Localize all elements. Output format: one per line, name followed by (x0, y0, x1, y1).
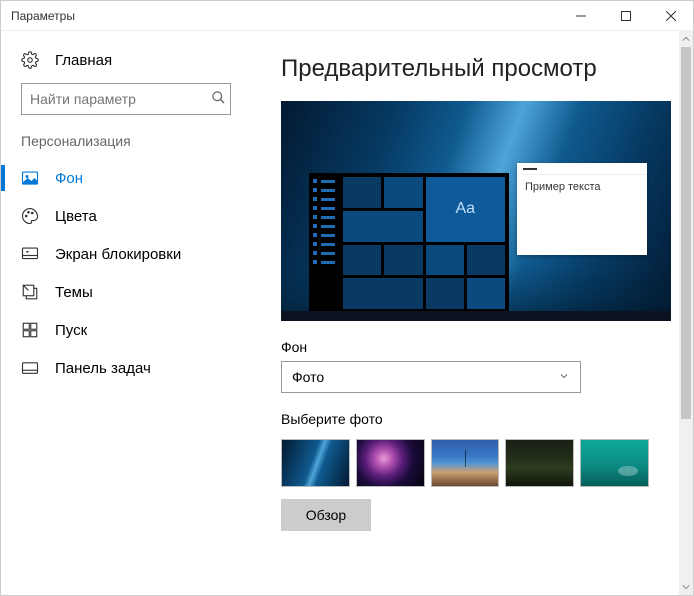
thumbnail-beach-reflection[interactable] (431, 439, 500, 487)
nav-lockscreen[interactable]: Экран блокировки (1, 235, 251, 273)
themes-icon (21, 283, 39, 301)
maximize-button[interactable] (603, 1, 648, 30)
preview-start-menu: Aa (309, 173, 509, 313)
nav-list: Фон Цвета Экран блокировки (1, 159, 251, 387)
scroll-thumb[interactable] (681, 47, 691, 419)
app-body: Главная Персонализация Фон (1, 31, 693, 595)
background-type-dropdown[interactable]: Фото (281, 361, 581, 393)
preview-sample-window: Пример текста (517, 163, 647, 255)
active-indicator (1, 165, 5, 191)
nav-label: Темы (55, 284, 93, 301)
close-icon (666, 11, 676, 21)
browse-button[interactable]: Обзор (281, 499, 371, 531)
nav-label: Цвета (55, 208, 97, 225)
section-label: Персонализация (1, 133, 251, 159)
window-title: Параметры (11, 9, 75, 23)
gear-icon (21, 51, 39, 69)
window-controls (558, 1, 693, 30)
preview-taskbar (281, 311, 671, 321)
start-icon (21, 321, 39, 339)
scroll-down-button[interactable] (679, 579, 693, 595)
close-button[interactable] (648, 1, 693, 30)
photo-thumbnails (281, 439, 649, 487)
palette-icon (21, 207, 39, 225)
maximize-icon (621, 11, 631, 21)
nav-label: Экран блокировки (55, 246, 181, 263)
titlebar: Параметры (1, 1, 693, 31)
picture-icon (21, 169, 39, 187)
lockscreen-icon (21, 245, 39, 263)
thumbnail-nebula[interactable] (356, 439, 425, 487)
taskbar-icon (21, 359, 39, 377)
search-icon (211, 90, 226, 108)
preview-tile-aa: Aa (426, 177, 506, 242)
minimize-icon (576, 11, 586, 21)
thumbnail-teal-water[interactable] (580, 439, 649, 487)
nav-label: Пуск (55, 322, 87, 339)
nav-label: Фон (55, 170, 83, 187)
dropdown-value: Фото (292, 369, 324, 385)
chevron-down-icon (558, 369, 570, 385)
scroll-up-button[interactable] (679, 31, 693, 47)
nav-label: Панель задач (55, 360, 151, 377)
thumbnail-windows-default[interactable] (281, 439, 350, 487)
desktop-preview: Aa Пример текста (281, 101, 671, 321)
search-input[interactable] (30, 91, 211, 107)
main-content: Предварительный просмотр (251, 31, 679, 595)
nav-start[interactable]: Пуск (1, 311, 251, 349)
vertical-scrollbar[interactable] (679, 31, 693, 595)
nav-background[interactable]: Фон (1, 159, 251, 197)
home-label: Главная (55, 52, 112, 69)
minimize-button[interactable] (558, 1, 603, 30)
search-box[interactable] (21, 83, 231, 115)
settings-window: Параметры Главная (0, 0, 694, 596)
thumbnail-dark-forest[interactable] (505, 439, 574, 487)
background-field-label: Фон (281, 339, 649, 355)
home-nav[interactable]: Главная (1, 45, 251, 83)
preview-heading: Предварительный просмотр (281, 55, 649, 83)
browse-label: Обзор (306, 507, 346, 523)
nav-colors[interactable]: Цвета (1, 197, 251, 235)
scroll-track[interactable] (679, 47, 693, 579)
preview-sample-text: Пример текста (517, 175, 647, 199)
choose-photo-label: Выберите фото (281, 411, 649, 427)
nav-taskbar[interactable]: Панель задач (1, 349, 251, 387)
sidebar: Главная Персонализация Фон (1, 31, 251, 595)
nav-themes[interactable]: Темы (1, 273, 251, 311)
